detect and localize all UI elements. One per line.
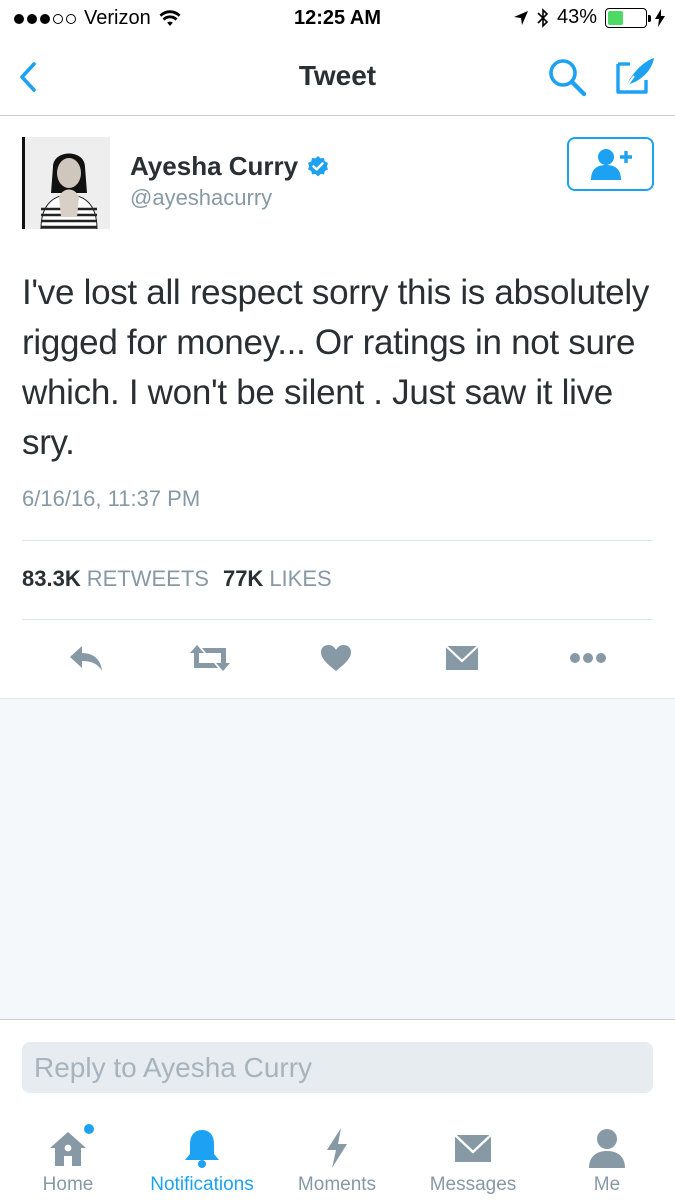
follow-button[interactable]	[567, 137, 654, 191]
lightning-icon	[315, 1126, 359, 1170]
more-options-button[interactable]	[564, 636, 612, 680]
likes-count[interactable]: 77K	[223, 566, 263, 592]
tab-me[interactable]: Me	[581, 1110, 633, 1200]
tweet-stats: 83.3K RETWEETS 77K LIKES	[22, 566, 340, 592]
retweet-button[interactable]	[186, 636, 234, 680]
envelope-icon	[445, 645, 479, 670]
tab-label: Home	[42, 1174, 94, 1195]
person-icon	[585, 1126, 629, 1170]
home-icon	[46, 1124, 94, 1170]
like-button[interactable]	[312, 636, 360, 680]
bell-icon	[180, 1126, 224, 1170]
battery-icon	[605, 7, 651, 28]
status-right: 43%	[513, 6, 665, 29]
heart-icon	[321, 645, 351, 671]
tab-label: Messages	[429, 1174, 517, 1195]
avatar[interactable]	[22, 137, 110, 229]
tab-bar: Home Notifications Moments Messages Me	[0, 1110, 675, 1200]
battery-fill	[608, 10, 624, 25]
tab-home[interactable]: Home	[22, 1110, 114, 1200]
nav-bar: Tweet	[0, 38, 675, 116]
charging-bolt-icon	[655, 8, 665, 27]
tweet-header: Ayesha Curry @ayeshacurry	[22, 137, 654, 233]
retweet-icon	[190, 645, 230, 671]
tab-notifications[interactable]: Notifications	[141, 1110, 263, 1200]
bluetooth-icon	[537, 7, 549, 28]
envelope-icon	[451, 1126, 495, 1170]
location-arrow-icon	[513, 10, 528, 25]
divider	[22, 619, 653, 620]
verified-badge-icon	[308, 155, 329, 176]
name-row: Ayesha Curry	[130, 151, 330, 182]
retweets-count[interactable]: 83.3K	[22, 566, 81, 592]
tab-label: Moments	[297, 1174, 377, 1195]
user-handle[interactable]: @ayeshacurry	[130, 185, 272, 211]
direct-message-button[interactable]	[438, 636, 486, 680]
reply-icon	[70, 646, 102, 671]
tweet-actions	[0, 636, 675, 680]
tweet-text: I've lost all respect sorry this is abso…	[22, 273, 650, 462]
status-bar: Verizon 12:25 AM 43%	[0, 0, 675, 38]
divider	[22, 540, 653, 541]
battery-percent: 43%	[556, 6, 597, 28]
reply-bar	[0, 1020, 675, 1100]
more-dots-icon	[570, 653, 606, 663]
tab-label: Notifications	[150, 1174, 254, 1195]
add-user-icon	[590, 149, 632, 180]
tweet-timestamp: 6/16/16, 11:37 PM	[22, 486, 201, 511]
reply-button[interactable]	[62, 636, 110, 680]
tab-messages[interactable]: Messages	[421, 1110, 525, 1200]
tab-moments[interactable]: Moments	[290, 1110, 384, 1200]
reply-input[interactable]	[22, 1042, 653, 1093]
retweets-label[interactable]: RETWEETS	[87, 566, 209, 592]
compose-icon[interactable]	[612, 54, 658, 98]
search-icon[interactable]	[546, 56, 588, 98]
likes-label[interactable]: LIKES	[269, 566, 331, 592]
replies-area	[0, 698, 675, 1020]
tab-label: Me	[593, 1174, 621, 1195]
display-name[interactable]: Ayesha Curry	[130, 151, 298, 182]
new-content-dot	[84, 1124, 94, 1134]
